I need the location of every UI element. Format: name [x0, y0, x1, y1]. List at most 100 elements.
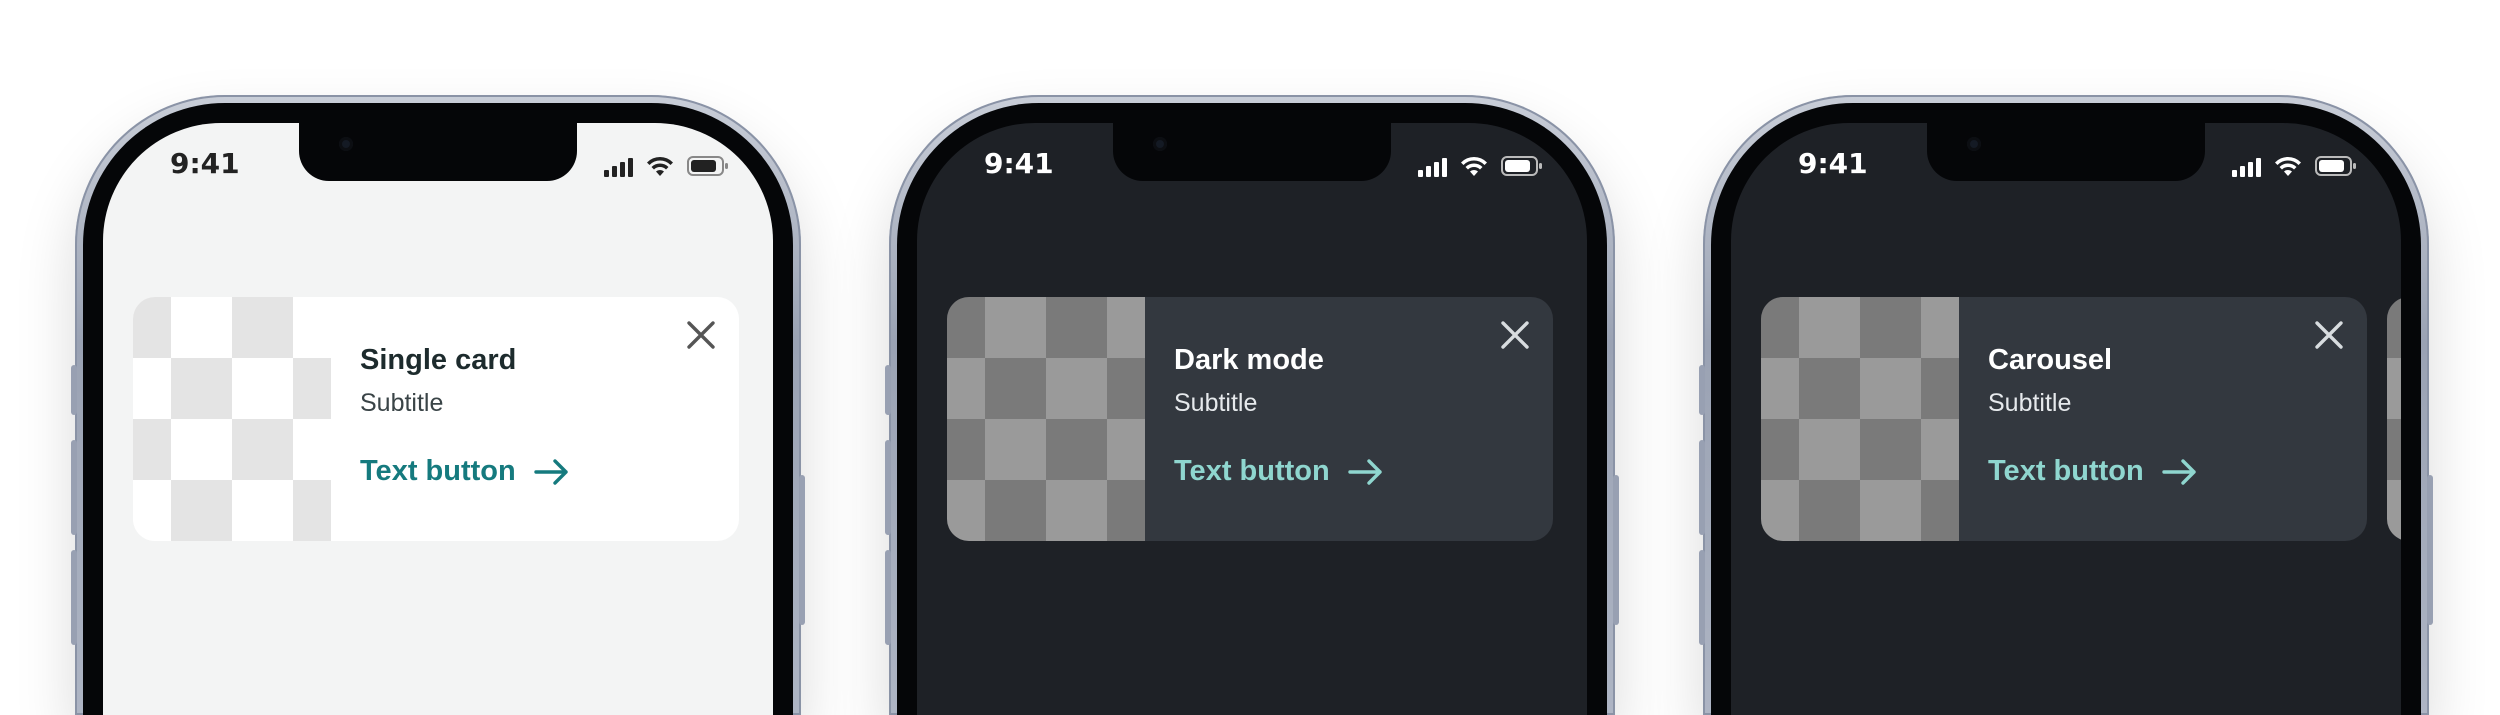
camera [339, 137, 353, 151]
card-title: Single card [360, 344, 517, 376]
camera [1153, 137, 1167, 151]
checker-cell [1921, 480, 1959, 541]
checker-cell [293, 419, 331, 480]
status-icons [2232, 155, 2357, 177]
image-placeholder [133, 297, 331, 541]
text-button-label: Text button [360, 455, 516, 487]
checker-cell [1107, 419, 1145, 480]
checker-cell [171, 419, 232, 480]
checker-cell [171, 358, 232, 419]
camera [1967, 137, 1981, 151]
side-button [885, 550, 891, 645]
image-placeholder [947, 297, 1145, 541]
card-subtitle: Subtitle [360, 389, 444, 417]
checker-cell [2387, 358, 2401, 419]
image-placeholder [1761, 297, 1959, 541]
status-time: 9:41 [1798, 147, 1868, 180]
checker-cell [947, 297, 985, 358]
checker-cell [1046, 419, 1107, 480]
card-subtitle: Subtitle [1988, 389, 2072, 417]
checker-cell [2387, 297, 2401, 358]
checker-cell [1799, 358, 1860, 419]
checker-cell [293, 480, 331, 541]
checker-cell [133, 297, 171, 358]
battery-icon [1501, 155, 1543, 177]
cellular-signal-icon [2232, 157, 2261, 177]
arrow-right-icon [534, 458, 568, 485]
wifi-icon [2273, 155, 2303, 177]
notch [1927, 123, 2205, 181]
checker-cell [1107, 480, 1145, 541]
text-button[interactable]: Text button [1174, 455, 1384, 488]
checker-cell [985, 480, 1046, 541]
side-button [71, 365, 77, 415]
card-title: Carousel [1988, 344, 2113, 376]
power-button [1613, 475, 1619, 625]
power-button [2427, 475, 2433, 625]
card-title: Dark mode [1174, 344, 1324, 376]
status-icons [1418, 155, 1543, 177]
notification-card[interactable]: Dark mode Subtitle Text button [947, 297, 1553, 541]
checker-cell [232, 419, 293, 480]
checker-cell [985, 419, 1046, 480]
checker-cell [232, 358, 293, 419]
checker-cell [1860, 419, 1921, 480]
text-button[interactable]: Text button [1988, 455, 2198, 488]
checker-cell [1921, 358, 1959, 419]
checker-cell [133, 419, 171, 480]
phone-frame-carousel: 9:41 Carousel Subtitle Text button [1699, 95, 2433, 715]
close-icon[interactable] [1497, 317, 1533, 353]
battery-icon [687, 155, 729, 177]
side-button [71, 550, 77, 645]
status-time: 9:41 [984, 147, 1054, 180]
checker-cell [293, 358, 331, 419]
checker-cell [1761, 480, 1799, 541]
checker-cell [1761, 358, 1799, 419]
cellular-signal-icon [604, 157, 633, 177]
checker-cell [1799, 297, 1860, 358]
screen: 9:41 Single card Subtitle Text button [103, 123, 773, 715]
checker-cell [947, 480, 985, 541]
arrow-right-icon [2162, 458, 2196, 485]
text-button-label: Text button [1174, 455, 1330, 487]
screen: 9:41 Dark mode Subtitle Text button [917, 123, 1587, 715]
wifi-icon [1459, 155, 1489, 177]
close-icon[interactable] [2311, 317, 2347, 353]
checker-cell [985, 297, 1046, 358]
card-subtitle: Subtitle [1174, 389, 1258, 417]
checker-cell [293, 297, 331, 358]
checker-cell [1046, 358, 1107, 419]
side-button [1699, 365, 1705, 415]
checker-cell [1860, 358, 1921, 419]
checker-cell [1921, 297, 1959, 358]
checker-cell [133, 358, 171, 419]
notification-card[interactable]: Single card Subtitle Text button [133, 297, 739, 541]
screen: 9:41 Carousel Subtitle Text button [1731, 123, 2401, 715]
checker-cell [947, 358, 985, 419]
checker-cell [1046, 297, 1107, 358]
notch [1113, 123, 1391, 181]
status-icons [604, 155, 729, 177]
phone-frame-light: 9:41 Single card Subtitle Text button [71, 95, 805, 715]
wifi-icon [645, 155, 675, 177]
checker-cell [1799, 480, 1860, 541]
side-button [1699, 550, 1705, 645]
checker-cell [985, 358, 1046, 419]
next-card-peek[interactable] [2387, 297, 2401, 541]
text-button[interactable]: Text button [360, 455, 570, 488]
side-button [71, 440, 77, 535]
checker-cell [1761, 297, 1799, 358]
notch [299, 123, 577, 181]
checker-cell [2387, 419, 2401, 480]
checker-cell [1107, 297, 1145, 358]
close-icon[interactable] [683, 317, 719, 353]
carousel-card[interactable]: Carousel Subtitle Text button [1761, 297, 2367, 541]
cellular-signal-icon [1418, 157, 1447, 177]
checker-cell [171, 480, 232, 541]
side-button [885, 440, 891, 535]
arrow-right-icon [1348, 458, 1382, 485]
checker-cell [2387, 480, 2401, 541]
checker-cell [133, 480, 171, 541]
phone-frame-dark: 9:41 Dark mode Subtitle Text button [885, 95, 1619, 715]
power-button [799, 475, 805, 625]
